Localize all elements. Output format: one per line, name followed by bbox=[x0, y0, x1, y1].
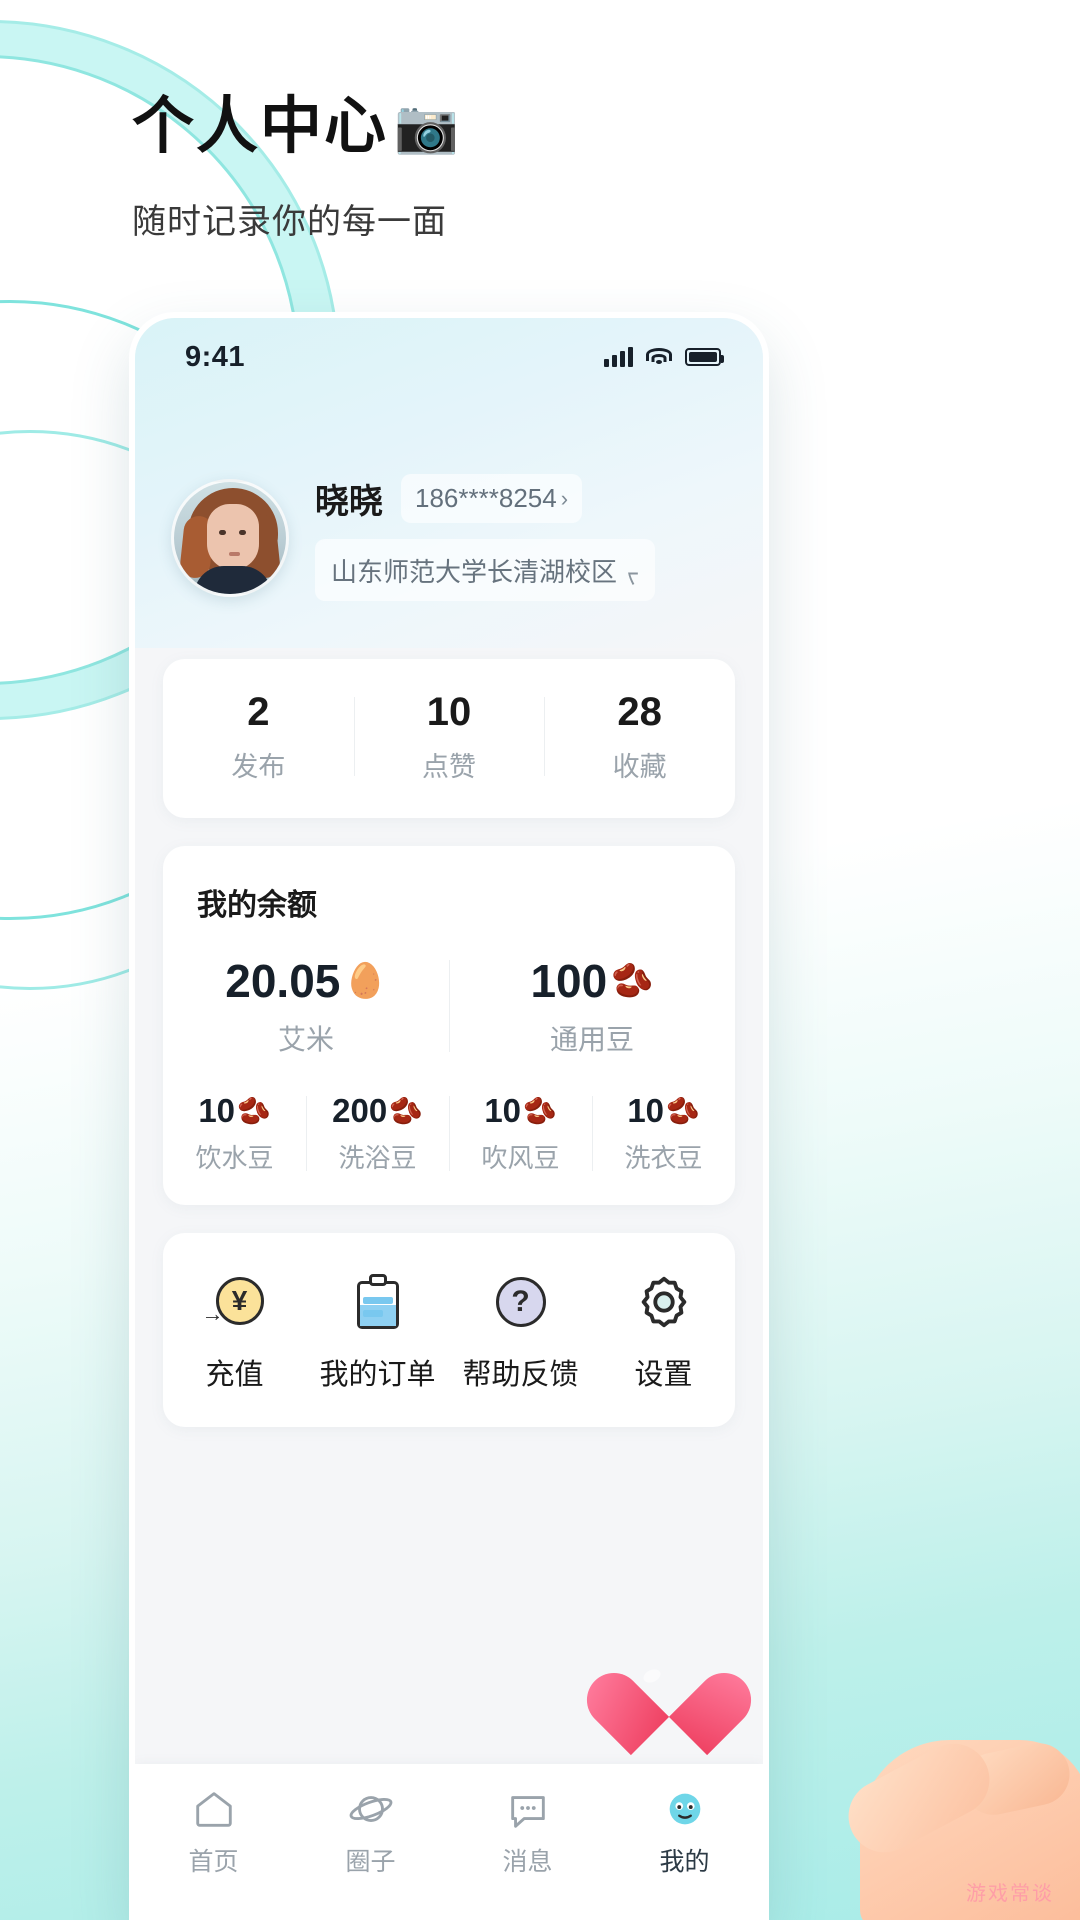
message-icon bbox=[505, 1786, 551, 1832]
bean-item-shower[interactable]: 200 🫘 洗浴豆 bbox=[306, 1092, 449, 1175]
question-symbol: ? bbox=[495, 1277, 546, 1327]
action-label: 设置 bbox=[634, 1359, 693, 1391]
question-mark-icon: ? bbox=[490, 1271, 552, 1333]
bean-value-wrap: 200 🫘 bbox=[306, 1092, 449, 1130]
action-label: 我的订单 bbox=[319, 1359, 436, 1391]
phone-number-text: 186****8254 bbox=[415, 483, 557, 513]
wifi-icon bbox=[646, 347, 672, 367]
balance-label: 艾米 bbox=[277, 1024, 334, 1055]
stat-label: 点赞 bbox=[422, 752, 476, 782]
balance-item-aimi[interactable]: 20.05 🥚 艾米 bbox=[163, 954, 449, 1058]
stat-value: 28 bbox=[617, 690, 662, 734]
page-subtitle: 随时记录你的每一面 bbox=[132, 203, 447, 241]
bean-value: 200 bbox=[332, 1092, 388, 1129]
tab-label: 我的 bbox=[659, 1848, 710, 1876]
balance-main-row: 20.05 🥚 艾米 100 🫘 通用豆 bbox=[163, 954, 735, 1058]
planet-icon bbox=[348, 1786, 394, 1832]
balance-value: 20.05 bbox=[225, 955, 341, 1007]
bottom-tab-bar: 首页 圈子 消息 我的 bbox=[135, 1764, 763, 1914]
stat-value: 2 bbox=[247, 690, 270, 734]
bean-value: 10 bbox=[484, 1092, 522, 1129]
tab-label: 消息 bbox=[502, 1848, 553, 1876]
switch-campus-icon: ᠵ bbox=[627, 562, 639, 589]
action-help-feedback[interactable]: ? 帮助反馈 bbox=[449, 1271, 592, 1393]
stat-item-posts[interactable]: 2 发布 bbox=[163, 689, 354, 784]
action-label: 充值 bbox=[205, 1359, 264, 1391]
tab-home[interactable]: 首页 bbox=[135, 1786, 292, 1878]
action-settings[interactable]: 设置 bbox=[592, 1271, 735, 1393]
bean-item-hairdryer[interactable]: 10 🫘 吹风豆 bbox=[449, 1092, 592, 1175]
status-time: 9:41 bbox=[185, 340, 246, 373]
watermark: 游戏常谈 bbox=[966, 1883, 1054, 1905]
egg-icon: 🥚 bbox=[344, 962, 387, 1000]
tab-circle[interactable]: 圈子 bbox=[292, 1786, 449, 1878]
profile-details: 晓晓 186****8254 › 山东师范大学长清湖校区 ᠵ bbox=[315, 474, 655, 601]
signal-bars-icon bbox=[604, 347, 633, 367]
clipboard-icon bbox=[347, 1271, 409, 1333]
balance-value-wrap: 20.05 🥚 bbox=[163, 954, 449, 1008]
tab-profile[interactable]: 我的 bbox=[606, 1786, 763, 1878]
stat-label: 发布 bbox=[231, 752, 286, 782]
stat-value: 10 bbox=[426, 690, 472, 734]
bean-value: 10 bbox=[627, 1092, 665, 1129]
actions-card: → ¥ 充值 我的订单 ? 帮助反馈 设置 bbox=[163, 1233, 735, 1427]
phone-mockup: 9:41 晓晓 186****8254 › 山东师范大学长清湖校区 ᠵ 2 发布… bbox=[129, 312, 769, 1920]
page-title: 个人中心 📷 bbox=[132, 96, 461, 158]
bean-icon: 🫘 bbox=[611, 962, 654, 1000]
avatar[interactable] bbox=[171, 478, 289, 597]
bean-value-wrap: 10 🫘 bbox=[592, 1092, 735, 1130]
stat-label: 收藏 bbox=[612, 752, 667, 782]
status-icons bbox=[604, 347, 724, 367]
status-bar: 9:41 bbox=[135, 318, 763, 396]
recharge-coin-icon: → ¥ bbox=[202, 1271, 266, 1333]
action-recharge[interactable]: → ¥ 充值 bbox=[163, 1271, 306, 1393]
bean-item-laundry[interactable]: 10 🫘 洗衣豆 bbox=[592, 1092, 735, 1175]
coin-symbol: ¥ bbox=[215, 1277, 264, 1325]
tab-messages[interactable]: 消息 bbox=[449, 1786, 606, 1878]
school-chip[interactable]: 山东师范大学长清湖校区 ᠵ bbox=[315, 539, 655, 601]
action-my-orders[interactable]: 我的订单 bbox=[306, 1271, 449, 1393]
balance-label: 通用豆 bbox=[549, 1024, 634, 1055]
bean-icon: 🫘 bbox=[523, 1096, 557, 1126]
profile-section: 晓晓 186****8254 › 山东师范大学长清湖校区 ᠵ bbox=[135, 396, 763, 601]
balance-value: 100 bbox=[530, 955, 608, 1007]
promo-header: 个人中心 📷 随时记录你的每一面 bbox=[132, 96, 461, 243]
heart-icon[interactable] bbox=[575, 1652, 763, 1756]
tab-label: 圈子 bbox=[345, 1848, 396, 1876]
chevron-right-icon: › bbox=[560, 485, 569, 511]
beans-row: 10 🫘 饮水豆 200 🫘 洗浴豆 10 🫘 吹风豆 10 🫘 洗衣豆 bbox=[163, 1092, 735, 1175]
action-label: 帮助反馈 bbox=[462, 1359, 579, 1391]
bean-icon: 🫘 bbox=[389, 1096, 423, 1126]
bean-label: 洗衣豆 bbox=[624, 1143, 703, 1173]
camera-icon: 📷 bbox=[394, 98, 461, 156]
home-icon bbox=[191, 1786, 237, 1832]
phone-number-chip[interactable]: 186****8254 › bbox=[401, 474, 583, 523]
user-name: 晓晓 bbox=[315, 483, 383, 521]
profile-icon bbox=[662, 1786, 708, 1832]
gear-icon bbox=[633, 1271, 695, 1333]
bean-icon: 🫘 bbox=[237, 1096, 271, 1126]
bean-value-wrap: 10 🫘 bbox=[163, 1092, 306, 1130]
bean-icon: 🫘 bbox=[666, 1096, 700, 1126]
page-title-text: 个人中心 bbox=[132, 92, 389, 161]
balance-item-general-bean[interactable]: 100 🫘 通用豆 bbox=[449, 954, 735, 1058]
name-row: 晓晓 186****8254 › bbox=[315, 474, 655, 523]
balance-value-wrap: 100 🫘 bbox=[449, 954, 735, 1008]
stat-item-likes[interactable]: 10 点赞 bbox=[353, 689, 545, 784]
battery-icon bbox=[685, 348, 724, 366]
school-name-text: 山东师范大学长清湖校区 bbox=[331, 556, 618, 587]
bean-value-wrap: 10 🫘 bbox=[449, 1092, 592, 1130]
bean-label: 洗浴豆 bbox=[338, 1143, 417, 1173]
bean-label: 饮水豆 bbox=[195, 1143, 274, 1173]
tab-label: 首页 bbox=[188, 1848, 239, 1876]
bean-label: 吹风豆 bbox=[481, 1143, 560, 1173]
bean-item-water[interactable]: 10 🫘 饮水豆 bbox=[163, 1092, 306, 1175]
stats-card: 2 发布 10 点赞 28 收藏 bbox=[163, 659, 735, 818]
stat-item-favorites[interactable]: 28 收藏 bbox=[544, 689, 735, 784]
bean-value: 10 bbox=[198, 1092, 236, 1129]
balance-title: 我的余额 bbox=[197, 889, 317, 922]
balance-card: 我的余额 20.05 🥚 艾米 100 🫘 通用豆 10 🫘 饮水豆 200 🫘… bbox=[163, 846, 735, 1205]
